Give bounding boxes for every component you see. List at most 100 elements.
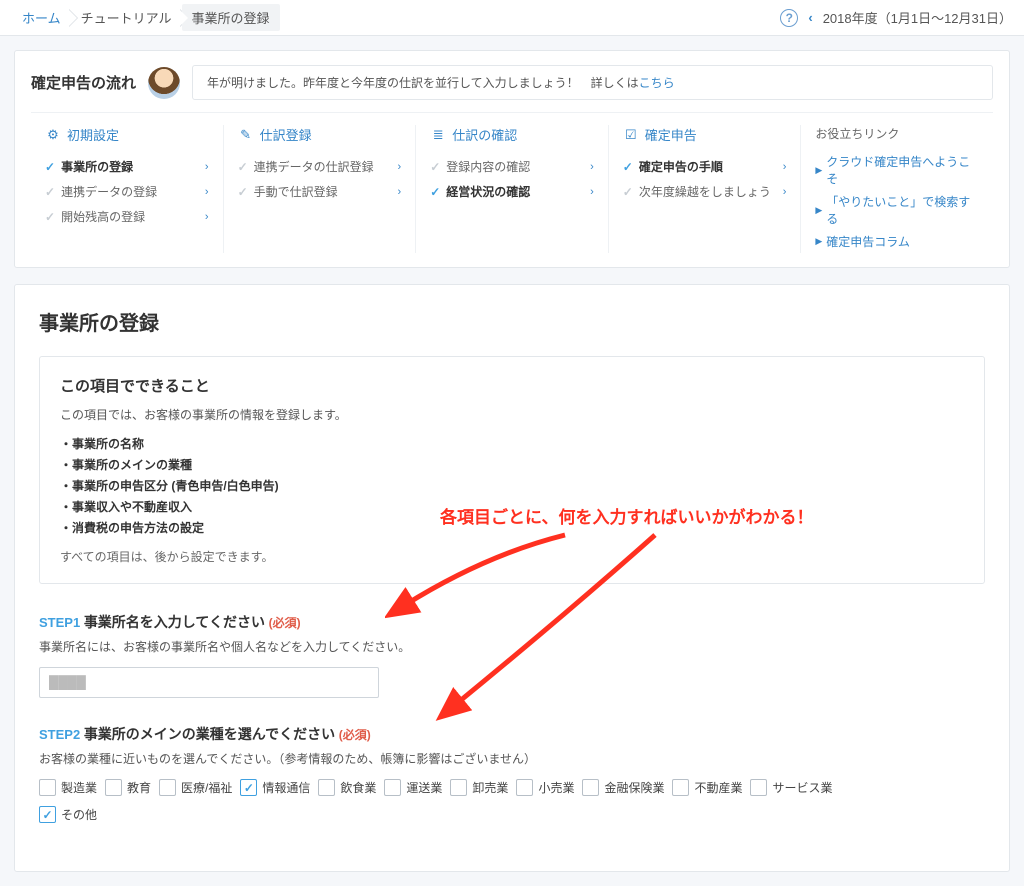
business-name-input[interactable] bbox=[39, 667, 379, 698]
prev-period-button[interactable]: ‹ bbox=[808, 10, 812, 25]
step2-label: STEP2 bbox=[39, 727, 80, 742]
breadcrumb-tutorial[interactable]: チュートリアル bbox=[71, 4, 182, 31]
page-title: 事業所の登録 bbox=[39, 307, 985, 336]
step2-desc: お客様の業種に近いものを選んでください。（参考情報のため、帳簿に影響はございませ… bbox=[39, 750, 985, 767]
flow-heading-icon: ≣ bbox=[430, 127, 446, 143]
industry-checkbox[interactable]: 不動産業 bbox=[672, 779, 742, 796]
breadcrumb-current: 事業所の登録 bbox=[182, 4, 280, 31]
industry-checkbox[interactable]: 製造業 bbox=[39, 779, 97, 796]
step2-title: 事業所のメインの業種を選んでください bbox=[84, 726, 335, 742]
checkbox-icon bbox=[672, 779, 689, 796]
chevron-right-icon: › bbox=[783, 186, 787, 198]
info-desc: この項目では、お客様の事業所の情報を登録します。 bbox=[60, 406, 964, 423]
chevron-right-icon: › bbox=[398, 161, 402, 173]
checkbox-icon bbox=[384, 779, 401, 796]
step1-block: STEP1 事業所名を入力してください (必須) 事業所名には、お客様の事業所名… bbox=[39, 612, 985, 698]
flow-links-column: お役立ちリンク ▶クラウド確定申告へようこそ▶「やりたいこと」で検索する▶確定申告… bbox=[801, 125, 993, 253]
checkbox-icon bbox=[318, 779, 335, 796]
checkbox-icon: ✓ bbox=[240, 779, 257, 796]
help-link[interactable]: ▶「やりたいこと」で検索する bbox=[815, 190, 979, 230]
flow-card: 確定申告の流れ 年が明けました。昨年度と今年度の仕訳を並行して入力しましょう！ … bbox=[14, 50, 1010, 268]
checkbox-icon bbox=[159, 779, 176, 796]
flow-item[interactable]: ✓手動で仕訳登録› bbox=[238, 179, 402, 204]
flow-heading: ⚙初期設定 bbox=[45, 125, 209, 144]
step1-title: 事業所名を入力してください bbox=[84, 614, 265, 630]
industry-checkbox[interactable]: 運送業 bbox=[384, 779, 442, 796]
chevron-right-icon: › bbox=[205, 161, 209, 173]
info-box: この項目でできること この項目では、お客様の事業所の情報を登録します。 ・事業所… bbox=[39, 356, 985, 584]
info-bullet: ・消費税の申告方法の設定 bbox=[60, 517, 964, 538]
assistant-avatar bbox=[148, 67, 180, 99]
step1-desc: 事業所名には、お客様の事業所名や個人名などを入力してください。 bbox=[39, 638, 985, 655]
checkbox-icon bbox=[450, 779, 467, 796]
check-icon: ✓ bbox=[45, 160, 55, 174]
flow-item[interactable]: ✓経営状況の確認› bbox=[430, 179, 594, 204]
checkbox-icon bbox=[750, 779, 767, 796]
triangle-icon: ▶ bbox=[815, 205, 822, 216]
step2-required: (必須) bbox=[339, 728, 371, 742]
flow-item[interactable]: ✓次年度繰越をしましょう› bbox=[623, 179, 787, 204]
industry-checkbox[interactable]: 卸売業 bbox=[450, 779, 508, 796]
flow-item[interactable]: ✓確定申告の手順› bbox=[623, 154, 787, 179]
check-icon: ✓ bbox=[238, 160, 248, 174]
flow-item[interactable]: ✓事業所の登録› bbox=[45, 154, 209, 179]
flow-item[interactable]: ✓登録内容の確認› bbox=[430, 154, 594, 179]
flow-heading-icon: ☑ bbox=[623, 127, 639, 143]
flow-heading: ☑確定申告 bbox=[623, 125, 787, 144]
step1-label: STEP1 bbox=[39, 615, 80, 630]
industry-other-checkbox[interactable]: ✓その他 bbox=[39, 806, 97, 823]
checkbox-icon bbox=[105, 779, 122, 796]
flow-heading-icon: ✎ bbox=[238, 127, 254, 143]
flow-item[interactable]: ✓連携データの登録› bbox=[45, 179, 209, 204]
flow-column: ✎仕訳登録 ✓連携データの仕訳登録›✓手動で仕訳登録› bbox=[224, 125, 417, 253]
links-heading: お役立ちリンク bbox=[815, 125, 979, 142]
notice-link[interactable]: こちら bbox=[639, 76, 675, 90]
triangle-icon: ▶ bbox=[815, 236, 822, 247]
help-link[interactable]: ▶クラウド確定申告へようこそ bbox=[815, 150, 979, 190]
industry-checkbox[interactable]: サービス業 bbox=[750, 779, 832, 796]
info-bullet: ・事業所の申告区分 (青色申告/白色申告) bbox=[60, 475, 964, 496]
check-icon: ✓ bbox=[45, 185, 55, 199]
industry-checkbox[interactable]: 金融保険業 bbox=[582, 779, 664, 796]
checkbox-icon bbox=[582, 779, 599, 796]
industry-checkbox[interactable]: 小売業 bbox=[516, 779, 574, 796]
step2-block: STEP2 事業所のメインの業種を選んでください (必須) お客様の業種に近いも… bbox=[39, 724, 985, 823]
step1-required: (必須) bbox=[269, 616, 301, 630]
breadcrumb-home[interactable]: ホーム bbox=[12, 4, 71, 31]
period-label: 2018年度（1月1日〜12月31日） bbox=[823, 8, 1012, 27]
flow-item[interactable]: ✓開始残高の登録› bbox=[45, 204, 209, 229]
flow-heading: ≣仕訳の確認 bbox=[430, 125, 594, 144]
help-link[interactable]: ▶確定申告コラム bbox=[815, 230, 979, 253]
check-icon: ✓ bbox=[623, 160, 633, 174]
triangle-icon: ▶ bbox=[815, 165, 822, 176]
flow-item[interactable]: ✓連携データの仕訳登録› bbox=[238, 154, 402, 179]
breadcrumbs: ホーム チュートリアル 事業所の登録 bbox=[12, 4, 780, 31]
chevron-right-icon: › bbox=[590, 186, 594, 198]
info-note: すべての項目は、後から設定できます。 bbox=[60, 548, 964, 565]
flow-heading-icon: ⚙ bbox=[45, 127, 61, 143]
flow-heading: ✎仕訳登録 bbox=[238, 125, 402, 144]
chevron-right-icon: › bbox=[205, 186, 209, 198]
chevron-right-icon: › bbox=[205, 211, 209, 223]
chevron-right-icon: › bbox=[783, 161, 787, 173]
industry-checkbox[interactable]: 医療/福祉 bbox=[159, 779, 232, 796]
check-icon: ✓ bbox=[238, 185, 248, 199]
flow-title: 確定申告の流れ bbox=[31, 72, 136, 93]
check-icon: ✓ bbox=[623, 185, 633, 199]
chevron-right-icon: › bbox=[398, 186, 402, 198]
checkbox-icon bbox=[516, 779, 533, 796]
checkbox-icon bbox=[39, 779, 56, 796]
industry-checkbox[interactable]: 飲食業 bbox=[318, 779, 376, 796]
info-bullet: ・事業所の名称 bbox=[60, 433, 964, 454]
info-title: この項目でできること bbox=[60, 375, 964, 396]
check-icon: ✓ bbox=[430, 185, 440, 199]
flow-column: ☑確定申告 ✓確定申告の手順›✓次年度繰越をしましょう› bbox=[609, 125, 802, 253]
help-icon[interactable]: ? bbox=[780, 9, 798, 27]
industry-checkbox[interactable]: ✓情報通信 bbox=[240, 779, 310, 796]
industry-checkbox[interactable]: 教育 bbox=[105, 779, 151, 796]
flow-column: ≣仕訳の確認 ✓登録内容の確認›✓経営状況の確認› bbox=[416, 125, 609, 253]
check-icon: ✓ bbox=[45, 210, 55, 224]
flow-notice: 年が明けました。昨年度と今年度の仕訳を並行して入力しましょう！ 詳しくはこちら bbox=[192, 65, 993, 100]
main-card: 事業所の登録 この項目でできること この項目では、お客様の事業所の情報を登録しま… bbox=[14, 284, 1010, 872]
info-bullet: ・事業収入や不動産収入 bbox=[60, 496, 964, 517]
